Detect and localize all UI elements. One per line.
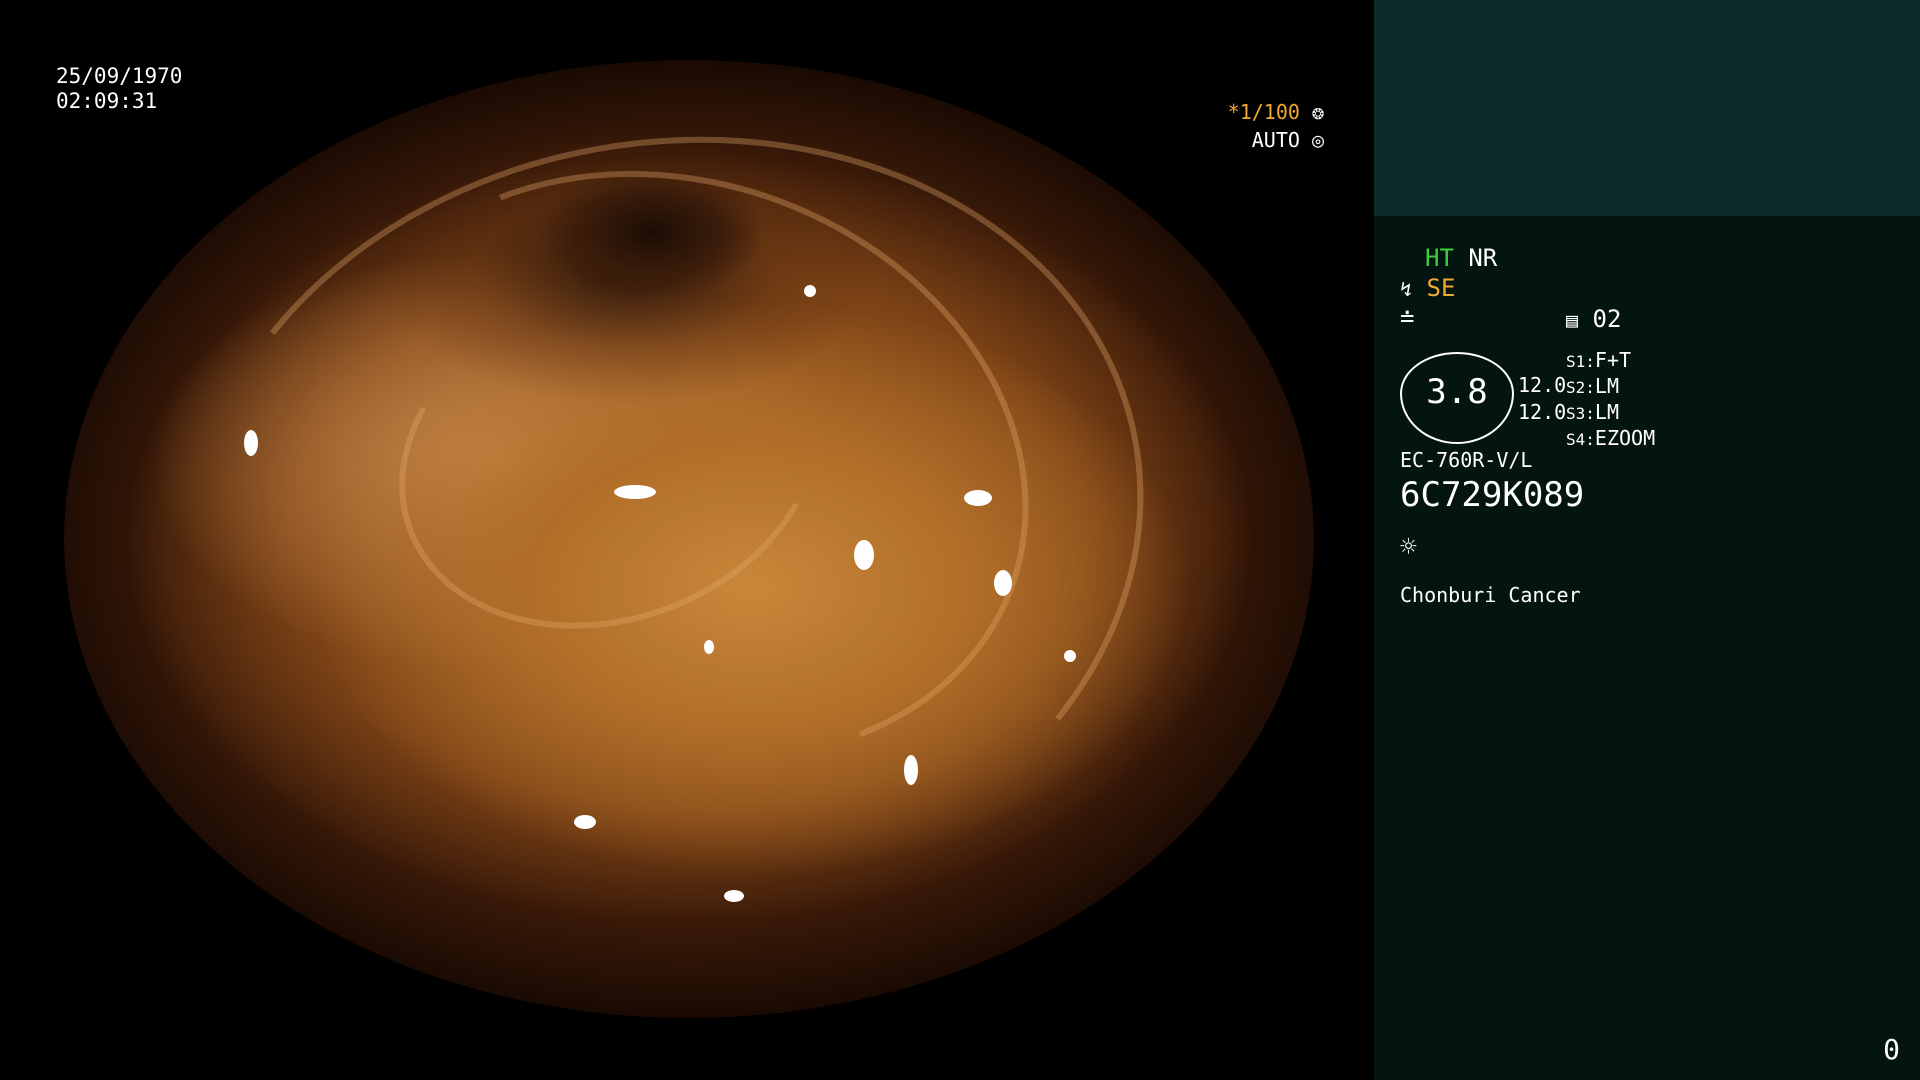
light-reflection	[574, 815, 596, 829]
shutter-speed-row: *1/100 ❂	[1228, 98, 1324, 126]
memory-row: ▤ 02	[1566, 305, 1621, 333]
light-reflection	[994, 570, 1012, 596]
switch-item: S2:LM	[1566, 374, 1655, 400]
color-mode-icon: ≐	[1400, 304, 1415, 332]
light-reflection	[704, 640, 714, 654]
iris-row: AUTO ◎	[1228, 126, 1324, 154]
switch-list: S1:F+T S2:LM S3:LM S4:EZOOM	[1566, 348, 1655, 452]
memory-icon: ▤	[1566, 308, 1579, 332]
light-reflection	[964, 490, 992, 506]
panel-header-area	[1374, 0, 1920, 216]
switch-value: LM	[1594, 374, 1619, 398]
aperture-icon: ❂	[1311, 100, 1324, 124]
endoscope-video: 25/09/1970 02:09:31 *1/100 ❂ AUTO ◎	[0, 0, 1374, 1080]
light-reflection	[724, 890, 744, 902]
switch-value: F+T	[1594, 348, 1632, 372]
light-reflection	[854, 540, 874, 570]
scope-value-1: 12.0	[1518, 373, 1567, 397]
switch-key: S3:	[1566, 404, 1595, 423]
light-reflection	[244, 430, 258, 456]
scope-value-2: 12.0	[1518, 400, 1567, 424]
exposure-info: *1/100 ❂ AUTO ◎	[1228, 98, 1324, 154]
switch-key: S1:	[1566, 352, 1595, 371]
light-reflection	[904, 755, 918, 785]
light-reflection	[804, 285, 816, 297]
mask-band-top	[0, 0, 1374, 60]
nr-indicator: NR	[1468, 244, 1498, 272]
brightness-icon: ☼	[1400, 530, 1417, 563]
scope-serial: 6C729K089	[1400, 475, 1585, 515]
switch-item: S1:F+T	[1566, 348, 1655, 374]
light-reflection	[614, 485, 656, 499]
switch-item: S3:LM	[1566, 400, 1655, 426]
enhancement-row: HT NR	[1425, 244, 1497, 272]
iris-mode: AUTO	[1251, 128, 1300, 152]
image-counter: 0	[1883, 1033, 1900, 1066]
date-time: 25/09/1970 02:09:31	[56, 64, 182, 114]
ht-indicator: HT	[1425, 244, 1454, 272]
hospital-name: Chonburi Cancer	[1400, 583, 1581, 607]
switch-key: S4:	[1566, 430, 1595, 449]
iris-icon: ◎	[1311, 128, 1324, 152]
scope-values: 12.0 12.0	[1518, 372, 1566, 426]
switch-value: LM	[1594, 400, 1619, 424]
zoom-value: 3.8	[1426, 372, 1488, 412]
time: 02:09:31	[56, 89, 158, 113]
switch-item: S4:EZOOM	[1566, 426, 1655, 452]
memory-number: 02	[1592, 305, 1622, 333]
switch-value: EZOOM	[1594, 426, 1656, 450]
shutter-speed: *1/100	[1227, 100, 1300, 124]
info-panel	[1374, 216, 1920, 1080]
light-reflection	[1064, 650, 1076, 662]
structure-icon: ↯	[1400, 277, 1413, 301]
endoscope-image	[64, 60, 1314, 1018]
se-indicator: SE	[1426, 274, 1456, 302]
scope-model: EC-760R-V/L	[1400, 448, 1533, 472]
date: 25/09/1970	[56, 64, 183, 88]
switch-key: S2:	[1566, 378, 1595, 397]
structure-enhance-row: ↯ SE	[1400, 274, 1455, 302]
mask-band-bottom	[0, 1018, 1374, 1080]
